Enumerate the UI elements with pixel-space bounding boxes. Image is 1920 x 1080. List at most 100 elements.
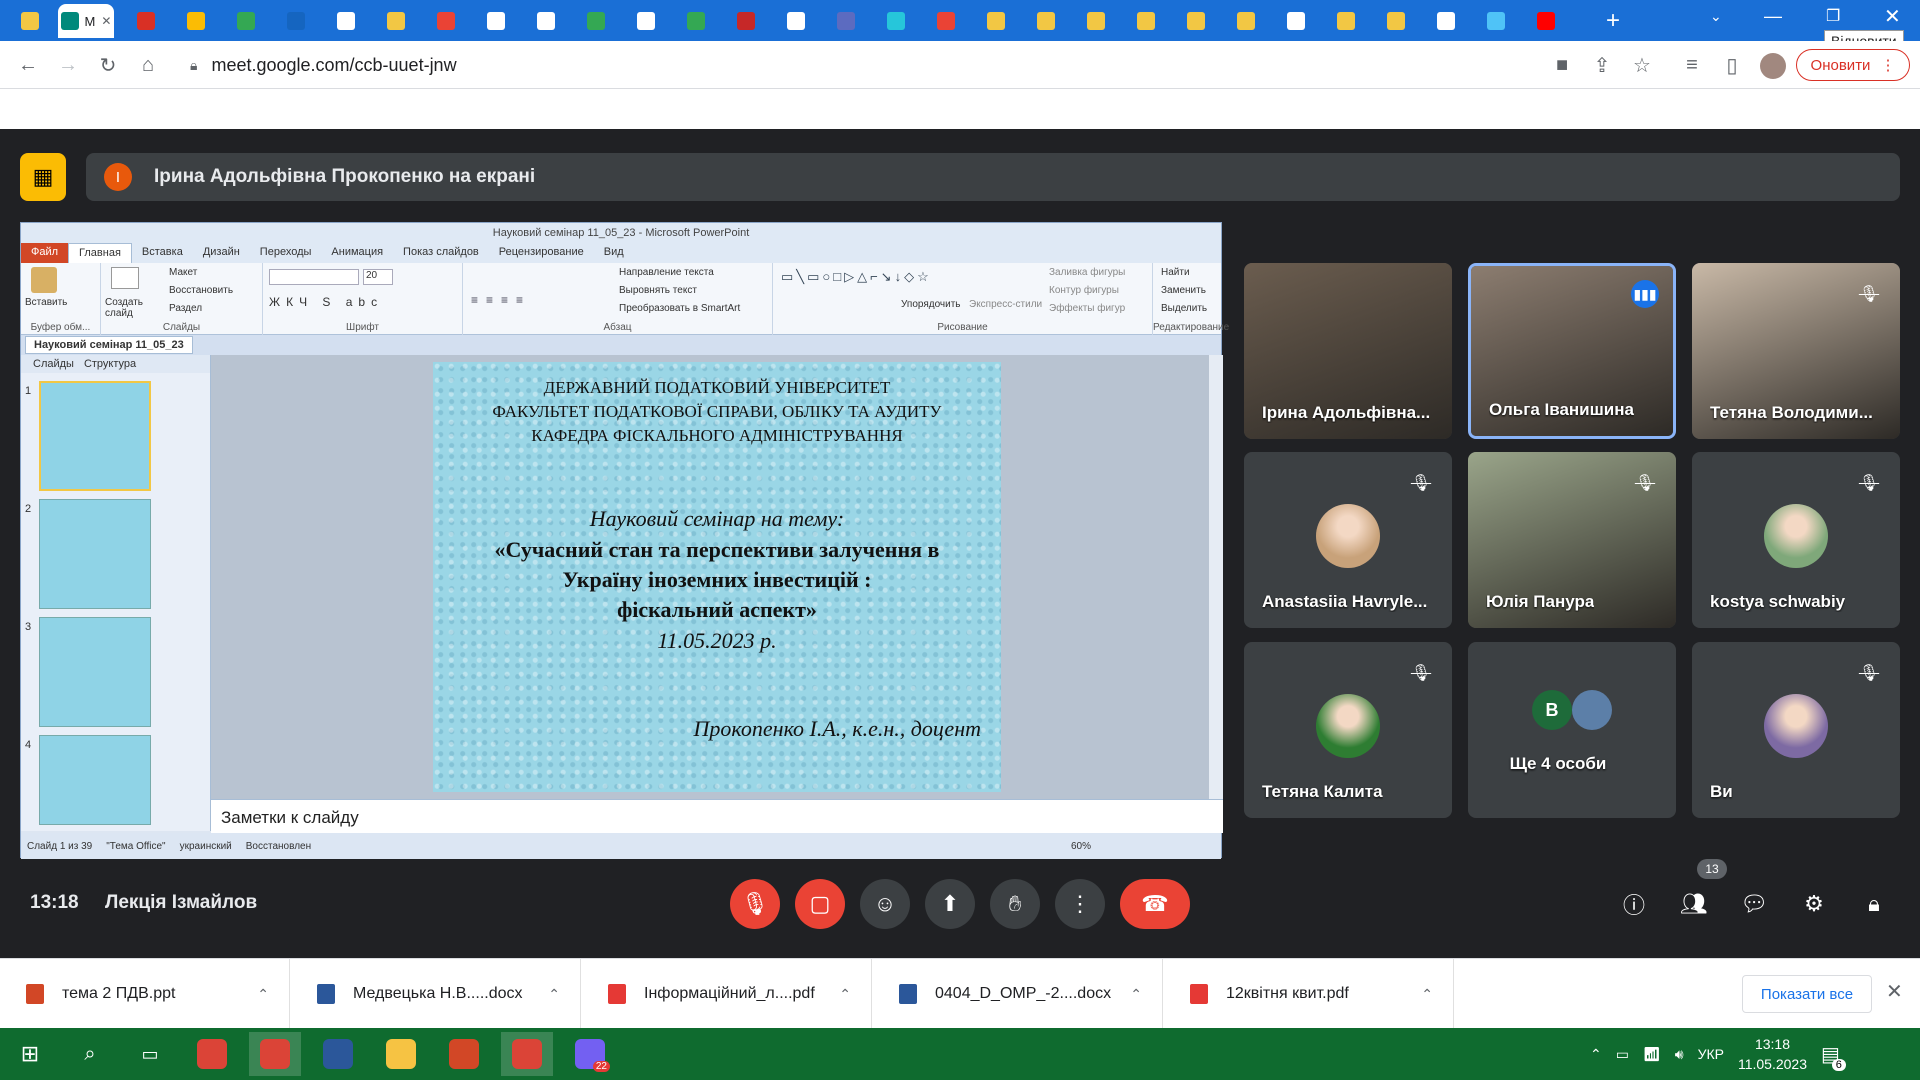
browser-tab[interactable] <box>1224 4 1268 38</box>
browser-tab[interactable] <box>1424 4 1468 38</box>
browser-tab[interactable] <box>1374 4 1418 38</box>
browser-tab[interactable] <box>174 4 218 38</box>
participant-tile[interactable]: Юлія Панура 🎙︎ <box>1468 452 1676 628</box>
text-direction-label[interactable]: Направление текста <box>619 267 714 278</box>
participant-tile[interactable]: В Ще 4 особи <box>1468 642 1676 818</box>
home-icon[interactable]: ⌂ <box>134 51 162 79</box>
shared-screen-powerpoint[interactable]: Науковий семінар 11_05_23 - Microsoft Po… <box>20 222 1229 859</box>
browser-tab[interactable] <box>1274 4 1318 38</box>
browser-tab[interactable] <box>724 4 768 38</box>
volume-icon[interactable]: 🔊︎ <box>1675 1046 1684 1063</box>
notifications-icon[interactable]: ▤ 6 <box>1821 1042 1846 1071</box>
participant-tile[interactable]: Тетяна Калита 🎙︎ <box>1244 642 1452 818</box>
back-arrow-icon[interactable]: ← <box>14 51 42 79</box>
font-name-box[interactable] <box>269 269 359 285</box>
paste-icon[interactable] <box>31 267 57 293</box>
taskbar-app[interactable] <box>186 1032 238 1076</box>
side-panel-icon[interactable]: ▯ <box>1718 51 1746 79</box>
tray-chevron-icon[interactable]: ⌃ <box>1590 1046 1602 1063</box>
participant-tile[interactable]: Ірина Адольфівна... <box>1244 263 1452 439</box>
browser-tab[interactable] <box>274 4 318 38</box>
camera-off-button[interactable]: ▢ <box>795 879 845 929</box>
browser-tab[interactable] <box>824 4 868 38</box>
select-label[interactable]: Выделить <box>1161 303 1207 314</box>
more-options-button[interactable]: ⋮ <box>1055 879 1105 929</box>
bookmark-star-icon[interactable]: ☆ <box>1628 51 1656 79</box>
quick-styles-label[interactable]: Экспресс-стили <box>969 299 1042 310</box>
meeting-details-icon[interactable]: ⓘ <box>1612 882 1656 926</box>
download-item[interactable]: Медвецька Н.В.....docx ⌃ <box>291 959 581 1029</box>
ppt-menu-tab[interactable]: Дизайн <box>193 243 250 263</box>
ppt-menu-tab[interactable]: Переходы <box>250 243 322 263</box>
browser-tab[interactable] <box>974 4 1018 38</box>
forward-arrow-icon[interactable]: → <box>54 51 82 79</box>
participant-tile[interactable]: kostya schwabiy 🎙︎ <box>1692 452 1900 628</box>
find-label[interactable]: Найти <box>1161 267 1190 278</box>
activities-icon[interactable]: ⚙ <box>1792 882 1836 926</box>
taskbar-app[interactable] <box>249 1032 301 1076</box>
tab-search-icon[interactable]: ⌄ <box>1710 8 1722 25</box>
tab-outline[interactable]: Структура <box>84 358 136 370</box>
taskbar-app[interactable] <box>312 1032 364 1076</box>
close-downloads-icon[interactable]: ✕ <box>1886 979 1910 1009</box>
slide-thumbnail[interactable] <box>39 735 151 825</box>
replace-label[interactable]: Заменить <box>1161 285 1206 296</box>
document-tab[interactable]: Науковий семінар 11_05_23 <box>25 336 193 354</box>
slide-thumbnail[interactable] <box>39 499 151 609</box>
new-tab-button[interactable]: + <box>1598 6 1628 36</box>
slide-thumbnail[interactable] <box>39 617 151 727</box>
zoom-level[interactable]: 60% <box>1071 841 1091 852</box>
reset-label[interactable]: Восстановить <box>169 285 233 296</box>
vertical-scrollbar[interactable] <box>1209 355 1223 799</box>
mic-off-button[interactable]: 🎙︎ <box>730 879 780 929</box>
browser-tab[interactable] <box>674 4 718 38</box>
chevron-up-icon[interactable]: ⌃ <box>257 986 269 1003</box>
task-view-icon[interactable]: ▭ <box>124 1032 176 1076</box>
battery-icon[interactable]: ▭ <box>1616 1046 1629 1063</box>
smartart-label[interactable]: Преобразовать в SmartArt <box>619 303 740 314</box>
address-bar[interactable]: 🔒︎ meet.google.com/ccb-uuet-jnw <box>180 47 1560 83</box>
browser-tab[interactable] <box>424 4 468 38</box>
download-item[interactable]: 12квітня квит.pdf ⌃ <box>1164 959 1454 1029</box>
shape-fill-label[interactable]: Заливка фигуры <box>1049 267 1125 278</box>
browser-tab[interactable] <box>124 4 168 38</box>
browser-tab[interactable]: M ✕ <box>58 4 114 38</box>
slide-notes[interactable]: Заметки к слайду <box>211 799 1223 833</box>
section-label[interactable]: Раздел <box>169 303 202 314</box>
browser-tab[interactable] <box>774 4 818 38</box>
restore-button[interactable]: ❐ <box>1826 6 1840 26</box>
raise-hand-button[interactable]: ✋︎ <box>990 879 1040 929</box>
update-button[interactable]: Оновити ⋮ <box>1796 49 1910 81</box>
browser-tab[interactable] <box>1074 4 1118 38</box>
present-screen-button[interactable]: ⬆ <box>925 879 975 929</box>
people-icon[interactable]: 👥︎ <box>1672 882 1716 926</box>
browser-tab[interactable] <box>874 4 918 38</box>
close-window-button[interactable]: ✕ <box>1884 4 1901 29</box>
ppt-menu-tab[interactable]: Анимация <box>321 243 393 263</box>
camera-icon[interactable]: ■ <box>1548 51 1576 79</box>
ppt-menu-tab[interactable]: Вставка <box>132 243 193 263</box>
font-size-box[interactable]: 20 <box>363 269 393 285</box>
participant-tile[interactable]: Ви 🎙︎ <box>1692 642 1900 818</box>
browser-tab[interactable] <box>1124 4 1168 38</box>
browser-tab[interactable] <box>1324 4 1368 38</box>
ppt-menu-tab[interactable]: Главная <box>68 243 132 263</box>
taskbar-app[interactable] <box>438 1032 490 1076</box>
current-slide[interactable]: ДЕРЖАВНИЙ ПОДАТКОВИЙ УНІВЕРСИТЕТ ФАКУЛЬТ… <box>433 362 1001 792</box>
participant-tile[interactable]: Anastasiia Havryle... 🎙︎ <box>1244 452 1452 628</box>
arrange-label[interactable]: Упорядочить <box>901 299 961 310</box>
download-item[interactable]: тема 2 ПДВ.ppt ⌃ <box>0 959 290 1029</box>
taskbar-app[interactable] <box>375 1032 427 1076</box>
search-icon[interactable]: ⌕ <box>64 1032 116 1076</box>
windows-start-icon[interactable]: ⊞ <box>4 1032 56 1076</box>
download-item[interactable]: 0404_D_OMP_-2....docx ⌃ <box>873 959 1163 1029</box>
browser-tab[interactable] <box>1474 4 1518 38</box>
chevron-up-icon[interactable]: ⌃ <box>1130 986 1142 1003</box>
language-indicator[interactable]: УКР <box>1698 1046 1724 1062</box>
browser-tab[interactable] <box>574 4 618 38</box>
ppt-menu-tab[interactable]: Файл <box>21 243 69 263</box>
browser-tab[interactable] <box>8 4 52 38</box>
download-item[interactable]: Інформаційний_л....pdf ⌃ <box>582 959 872 1029</box>
browser-tab[interactable] <box>224 4 268 38</box>
stop-presenting-icon[interactable]: ▦ <box>20 153 66 201</box>
